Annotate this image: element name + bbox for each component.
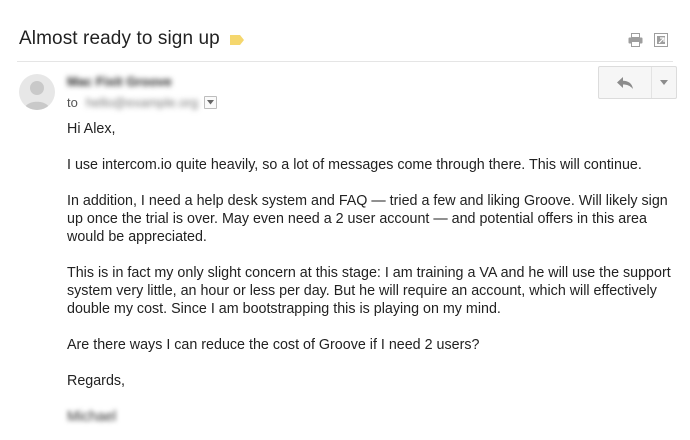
body-paragraph: This is in fact my only slight concern a… [67, 265, 671, 317]
body-paragraph: In addition, I need a help desk system a… [67, 193, 668, 245]
sender-name: Mac Fixit Groove [67, 74, 172, 89]
avatar-icon [19, 74, 55, 110]
body-paragraph: Are there ways I can reduce the cost of … [67, 337, 480, 353]
header-divider [17, 61, 673, 62]
email-subject: Almost ready to sign up [19, 28, 220, 49]
reply-button[interactable] [599, 67, 652, 98]
show-details-icon[interactable] [204, 96, 218, 109]
greeting: Hi Alex, [67, 121, 116, 137]
new-window-icon[interactable] [654, 33, 668, 47]
body-paragraph: I use intercom.io quite heavily, so a lo… [67, 157, 642, 173]
recipient-row: to hello@example.org [67, 95, 218, 110]
signature: Michael [67, 409, 117, 425]
reply-icon [617, 76, 633, 89]
subject-row: Almost ready to sign up [19, 28, 245, 50]
email-body: Hi Alex, I use intercom.io quite heavily… [67, 120, 682, 426]
recipient-address: hello@example.org [85, 95, 199, 110]
print-icon[interactable] [628, 33, 643, 47]
label-tag-icon[interactable] [229, 34, 245, 46]
signoff: Regards, [67, 373, 126, 389]
more-options-button[interactable] [652, 67, 676, 98]
chevron-down-icon [660, 80, 668, 85]
message-actions [598, 66, 677, 99]
thread-actions [628, 33, 668, 47]
to-label: to [67, 95, 78, 110]
